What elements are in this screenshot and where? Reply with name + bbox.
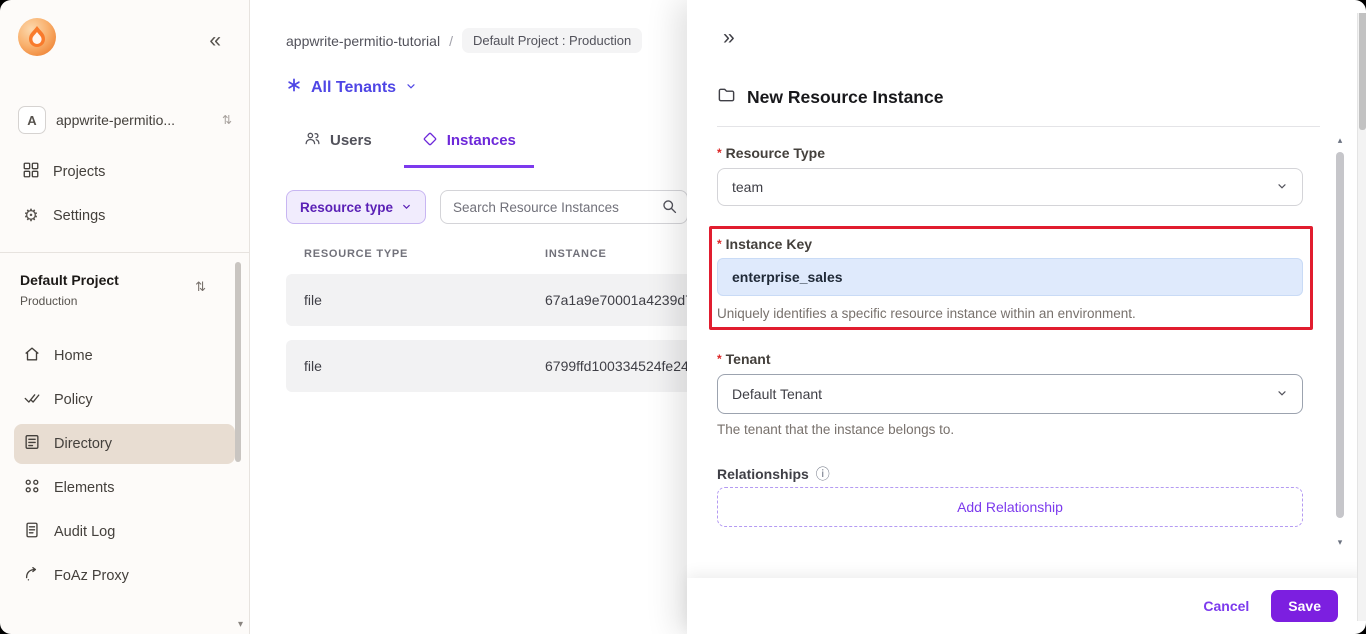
drawer-scrollbar[interactable]: ▴ ▾ bbox=[1335, 136, 1345, 548]
cell-resource-type: file bbox=[304, 292, 322, 308]
new-resource-instance-drawer: » New Resource Instance * Resource Type … bbox=[687, 0, 1366, 634]
tenant-helper: The tenant that the instance belongs to. bbox=[717, 422, 955, 437]
add-relationship-button[interactable]: Add Relationship bbox=[717, 487, 1303, 527]
foaz-proxy-icon bbox=[23, 565, 41, 587]
resource-type-select[interactable]: team bbox=[717, 168, 1303, 206]
drawer-scroll-thumb[interactable] bbox=[1336, 152, 1344, 518]
sidebar-item-elements[interactable]: Elements bbox=[14, 468, 235, 508]
chevron-down-icon bbox=[1276, 179, 1288, 195]
tab-instances[interactable]: Instances bbox=[403, 118, 534, 168]
window-corner bbox=[0, 621, 13, 634]
save-button[interactable]: Save bbox=[1271, 590, 1338, 622]
cell-instance: 67a1a9e70001a4239d7 bbox=[545, 292, 693, 308]
tab-label: Instances bbox=[446, 132, 516, 149]
instance-key-helper: Uniquely identifies a specific resource … bbox=[717, 306, 1136, 321]
drawer-footer: Cancel Save bbox=[687, 578, 1366, 634]
tenant-select[interactable]: Default Tenant bbox=[717, 374, 1303, 414]
resource-type-value: team bbox=[732, 179, 764, 195]
info-icon[interactable]: ⓘ bbox=[816, 464, 830, 484]
required-marker: * bbox=[717, 352, 722, 366]
page-scrollbar[interactable]: ▾ bbox=[1357, 0, 1366, 634]
resource-type-label: * Resource Type bbox=[717, 145, 826, 161]
column-header-instance: INSTANCE bbox=[545, 248, 607, 260]
workspace-avatar: A bbox=[18, 106, 46, 134]
sidebar-divider bbox=[0, 252, 249, 253]
scroll-up-icon[interactable]: ▴ bbox=[1335, 136, 1345, 146]
instance-key-label: * Instance Key bbox=[717, 236, 813, 252]
scroll-down-icon[interactable]: ▾ bbox=[1335, 538, 1345, 548]
asterisk-tenants-icon bbox=[286, 77, 302, 98]
required-marker: * bbox=[717, 146, 722, 160]
sidebar-item-label: Home bbox=[54, 348, 93, 364]
drawer-divider bbox=[717, 126, 1320, 127]
window-corner bbox=[0, 0, 13, 13]
workspace-selector[interactable]: A appwrite-permitio... ⇅ bbox=[18, 106, 232, 134]
chevron-down-icon bbox=[1276, 386, 1288, 402]
directory-icon bbox=[23, 433, 41, 455]
cancel-button[interactable]: Cancel bbox=[1203, 598, 1249, 614]
diamond-icon bbox=[422, 131, 438, 151]
project-environment-switcher[interactable]: Default Project Production ⇅ bbox=[20, 272, 224, 308]
sidebar-item-label: Audit Log bbox=[54, 524, 116, 540]
drawer-title: New Resource Instance bbox=[747, 86, 944, 107]
projects-grid-icon bbox=[22, 161, 40, 183]
instance-key-input[interactable] bbox=[717, 258, 1303, 296]
policy-icon bbox=[23, 389, 41, 411]
chevron-down-icon bbox=[405, 79, 417, 97]
sidebar-collapse-icon[interactable]: « bbox=[209, 30, 221, 51]
resource-type-filter-label: Resource type bbox=[300, 199, 394, 215]
search-icon bbox=[661, 198, 678, 220]
permit-logo-icon[interactable] bbox=[17, 17, 57, 57]
breadcrumb-separator: / bbox=[449, 32, 453, 49]
environment-swap-icon: ⇅ bbox=[195, 280, 206, 295]
drawer-collapse-icon[interactable]: » bbox=[723, 26, 735, 50]
page-scroll-thumb[interactable] bbox=[1359, 0, 1366, 130]
sidebar: « A appwrite-permitio... ⇅ Projects ⚙ Se… bbox=[0, 0, 250, 634]
folder-icon bbox=[717, 85, 736, 109]
window-corner bbox=[1353, 0, 1366, 13]
resource-type-filter-button[interactable]: Resource type bbox=[286, 190, 427, 224]
search-resource-instances bbox=[440, 190, 689, 224]
breadcrumb-context-pill[interactable]: Default Project : Production bbox=[461, 28, 643, 53]
tab-users[interactable]: Users bbox=[286, 118, 390, 168]
tenant-label: * Tenant bbox=[717, 351, 771, 367]
sidebar-scrollbar[interactable] bbox=[235, 262, 241, 462]
sidebar-item-directory[interactable]: Directory bbox=[14, 424, 235, 464]
sidebar-item-label: Settings bbox=[53, 208, 106, 224]
tenant-filter-label: All Tenants bbox=[311, 78, 397, 96]
window-corner bbox=[1353, 621, 1366, 634]
tenant-value: Default Tenant bbox=[732, 386, 823, 402]
cell-resource-type: file bbox=[304, 358, 322, 374]
sidebar-item-label: Elements bbox=[54, 480, 115, 496]
cell-instance: 6799ffd100334524fe24 bbox=[545, 358, 689, 374]
sidebar-item-label: Policy bbox=[54, 392, 93, 408]
gear-icon: ⚙ bbox=[23, 206, 39, 226]
workspace-name: appwrite-permitio... bbox=[56, 112, 176, 128]
users-icon bbox=[304, 130, 321, 151]
sidebar-item-projects[interactable]: Projects bbox=[0, 150, 249, 194]
home-icon bbox=[23, 345, 41, 367]
project-name: Default Project bbox=[20, 272, 119, 288]
chevron-down-icon bbox=[401, 200, 412, 215]
column-header-resource-type: RESOURCE TYPE bbox=[304, 248, 409, 260]
sidebar-item-audit-log[interactable]: Audit Log bbox=[14, 512, 235, 552]
tab-label: Users bbox=[330, 132, 372, 149]
search-input[interactable] bbox=[440, 190, 689, 224]
sidebar-item-settings[interactable]: ⚙ Settings bbox=[0, 194, 249, 238]
sidebar-item-foaz-proxy[interactable]: FoAz Proxy bbox=[14, 556, 235, 596]
sidebar-item-home[interactable]: Home bbox=[14, 336, 235, 376]
required-marker: * bbox=[717, 237, 722, 251]
audit-log-icon bbox=[23, 521, 41, 543]
sidebar-item-label: Projects bbox=[53, 164, 106, 180]
relationships-label: Relationships ⓘ bbox=[717, 464, 830, 484]
environment-name: Production bbox=[20, 294, 78, 308]
sidebar-scroll-down-icon[interactable]: ▾ bbox=[238, 619, 243, 630]
sidebar-item-policy[interactable]: Policy bbox=[14, 380, 235, 420]
workspace-sort-icon: ⇅ bbox=[221, 113, 232, 127]
sidebar-item-label: FoAz Proxy bbox=[54, 568, 129, 584]
breadcrumb-workspace[interactable]: appwrite-permitio-tutorial bbox=[286, 33, 440, 49]
sidebar-item-label: Directory bbox=[54, 436, 113, 452]
elements-icon bbox=[23, 477, 41, 499]
